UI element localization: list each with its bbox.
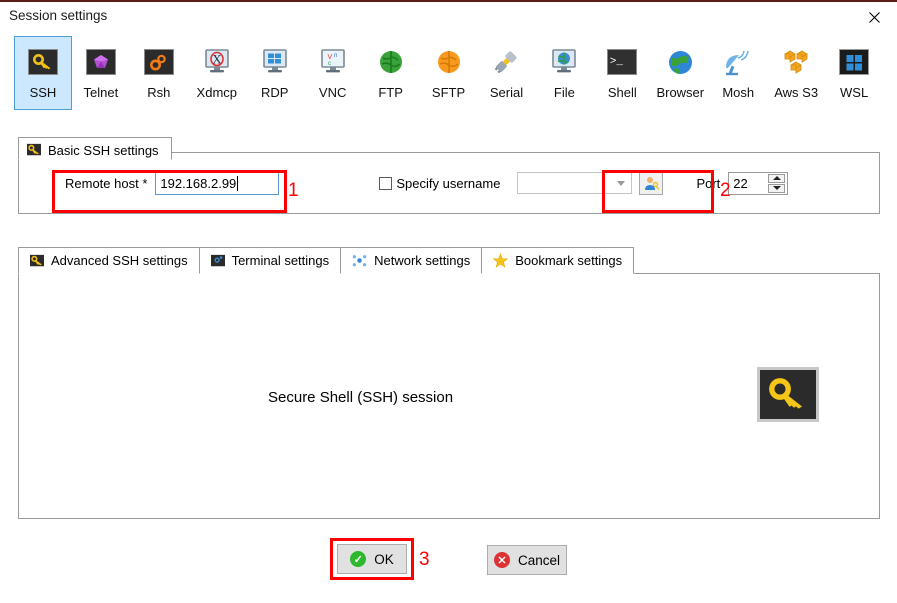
settings-tab-row: Advanced SSH settings Terminal settings … (18, 247, 635, 274)
remote-host-value: 192.168.2.99 (160, 175, 237, 191)
telnet-gem-icon (85, 46, 117, 78)
protocol-item-sftp[interactable]: SFTP (420, 36, 478, 110)
protocol-label: Aws S3 (774, 85, 819, 100)
close-icon[interactable] (851, 4, 897, 30)
tab-network-settings[interactable]: Network settings (340, 247, 483, 274)
tab-bookmark-settings[interactable]: Bookmark settings (481, 247, 635, 274)
network-nodes-icon (352, 253, 367, 268)
protocol-item-ftp[interactable]: FTP (362, 36, 420, 110)
basic-settings-panel: Remote host * 192.168.2.99 Specify usern… (18, 152, 880, 214)
protocol-item-rdp[interactable]: RDP (246, 36, 304, 110)
protocol-label: Browser (656, 85, 705, 100)
protocol-label: WSL (840, 85, 869, 100)
browser-globe-icon (664, 46, 696, 78)
protocol-label: File (553, 85, 575, 100)
wsl-windows-icon (838, 46, 870, 78)
title-bar: Session settings (0, 0, 897, 28)
large-key-icon (757, 367, 819, 422)
file-monitor-icon (548, 46, 580, 78)
remote-host-label: Remote host * (65, 175, 148, 191)
protocol-label: VNC (318, 85, 347, 100)
protocol-item-shell[interactable]: >_ Shell (593, 36, 651, 110)
protocol-label: Mosh (722, 85, 755, 100)
tab-basic-ssh-settings[interactable]: Basic SSH settings (18, 137, 172, 160)
protocol-label: Rsh (147, 85, 171, 100)
protocol-label: RDP (260, 85, 289, 100)
chevron-down-icon (617, 180, 626, 186)
tab-advanced-ssh-settings[interactable]: Advanced SSH settings (18, 247, 200, 274)
port-stepper[interactable] (768, 173, 786, 194)
port-input[interactable]: 22 (728, 171, 789, 195)
user-key-icon[interactable] (639, 171, 664, 195)
rsh-gears-icon (143, 46, 175, 78)
annotation-number-1: 1 (288, 180, 299, 201)
ftp-globe-icon (375, 46, 407, 78)
annotation-number-3: 3 (419, 549, 430, 570)
tab-label: Basic SSH settings (48, 142, 159, 158)
protocol-item-aws-s3[interactable]: Aws S3 (767, 36, 825, 110)
ssh-key-icon (27, 46, 59, 78)
key-icon (30, 254, 44, 268)
protocol-item-browser[interactable]: Browser (651, 36, 709, 110)
cancel-button[interactable]: ✕ Cancel (487, 545, 567, 575)
username-combobox[interactable] (517, 172, 633, 194)
tab-label: Network settings (374, 253, 471, 268)
window-title: Session settings (9, 8, 108, 23)
cancel-label: Cancel (517, 552, 561, 568)
terminal-icon (210, 254, 225, 268)
ok-label: OK (374, 551, 394, 567)
key-icon (27, 143, 41, 157)
protocol-item-serial[interactable]: Serial (478, 36, 536, 110)
ok-button[interactable]: ✓ OK (337, 544, 407, 574)
protocol-label: Xdmcp (196, 85, 238, 100)
serial-plug-icon (490, 46, 522, 78)
svg-text:n: n (334, 53, 337, 59)
port-label: Port (696, 175, 721, 191)
tab-label: Terminal settings (231, 253, 330, 268)
protocol-label: FTP (378, 85, 403, 100)
shell-prompt-icon: >_ (606, 46, 638, 78)
protocol-item-file[interactable]: File (535, 36, 593, 110)
red-x-icon: ✕ (493, 552, 510, 568)
protocol-item-mosh[interactable]: Mosh (709, 36, 767, 110)
tab-label: Advanced SSH settings (51, 253, 188, 268)
svg-text:V: V (327, 54, 332, 61)
annotation-number-2: 2 (720, 180, 731, 201)
xdmcp-monitor-icon: X (201, 46, 233, 78)
green-check-icon: ✓ (350, 551, 367, 567)
protocol-item-telnet[interactable]: Telnet (72, 36, 130, 110)
protocol-selector: SSH Telnet Rsh X Xdmcp RDP V n c VNC FTP… (14, 36, 883, 114)
protocol-item-xdmcp[interactable]: X Xdmcp (188, 36, 246, 110)
tab-label: Bookmark settings (515, 253, 623, 268)
protocol-item-wsl[interactable]: WSL (825, 36, 883, 110)
remote-host-input[interactable]: 192.168.2.99 (155, 171, 280, 195)
protocol-item-vnc[interactable]: V n c VNC (304, 36, 362, 110)
mosh-dish-icon (722, 46, 754, 78)
protocol-item-ssh[interactable]: SSH (14, 36, 72, 110)
sftp-globe-icon (433, 46, 465, 78)
session-type-caption: Secure Shell (SSH) session (268, 389, 454, 406)
protocol-label: SSH (29, 85, 57, 100)
svg-text:c: c (328, 61, 331, 67)
stepper-down-icon[interactable] (768, 183, 786, 193)
tab-terminal-settings[interactable]: Terminal settings (198, 247, 342, 274)
aws-s3-cubes-icon (780, 46, 812, 78)
rdp-monitor-icon (259, 46, 291, 78)
protocol-label: SFTP (431, 85, 466, 100)
specify-username-checkbox[interactable] (379, 176, 393, 190)
specify-username-label: Specify username (396, 175, 501, 191)
port-value: 22 (733, 175, 748, 191)
protocol-label: Shell (607, 85, 637, 100)
protocol-label: Serial (489, 85, 524, 100)
protocol-item-rsh[interactable]: Rsh (130, 36, 188, 110)
star-icon (493, 253, 509, 268)
stepper-up-icon[interactable] (768, 173, 786, 183)
protocol-label: Telnet (83, 85, 119, 100)
vnc-monitor-icon: V n c (317, 46, 349, 78)
